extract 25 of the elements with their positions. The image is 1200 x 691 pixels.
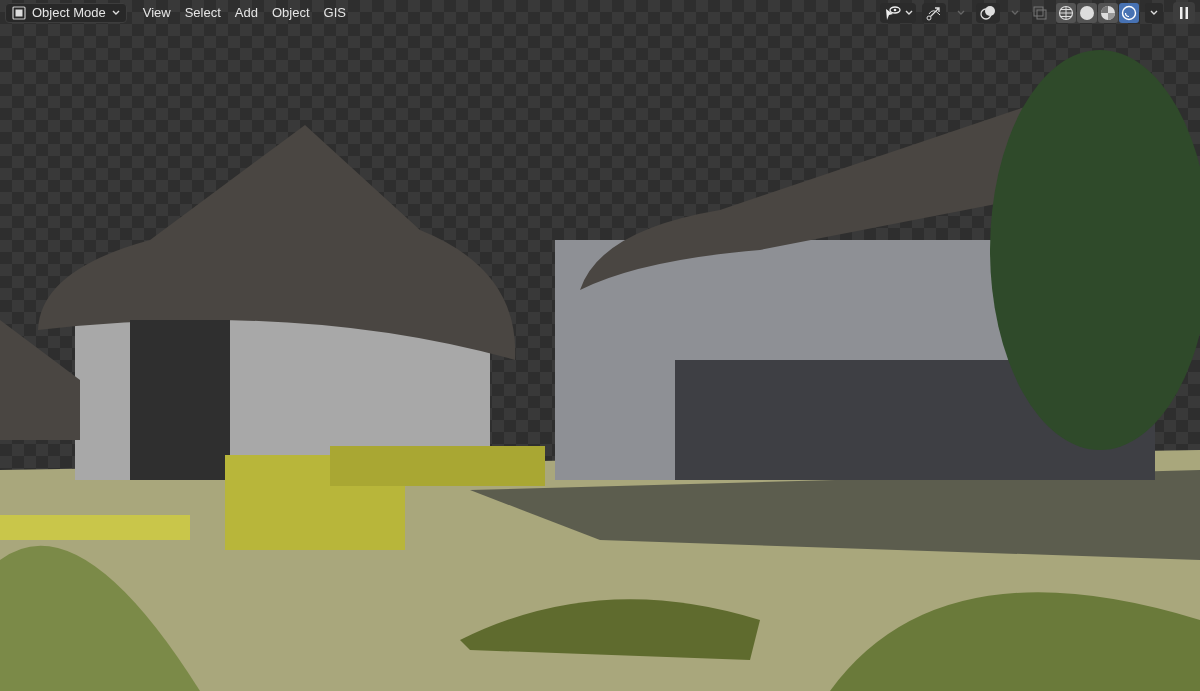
caret-icon — [905, 10, 913, 16]
menu-item[interactable]: Select — [178, 3, 227, 23]
shading-options-dropdown[interactable] — [1145, 3, 1163, 23]
menu-item[interactable]: Object — [265, 3, 316, 23]
shading-button[interactable] — [1098, 3, 1118, 23]
menu-item[interactable]: Add — [228, 3, 264, 23]
caret-icon — [1011, 10, 1019, 16]
shading-button[interactable] — [1077, 3, 1097, 23]
solid-sphere-icon — [1079, 5, 1095, 21]
menu-item[interactable]: GIS — [317, 3, 352, 23]
cube-icon — [12, 6, 26, 20]
caret-icon — [957, 10, 965, 16]
caret-icon — [111, 10, 120, 16]
mode-dropdown[interactable]: Object Mode — [5, 3, 127, 23]
material-sphere-icon — [1100, 5, 1116, 21]
rendered-sphere-icon — [1121, 5, 1137, 21]
caret-icon — [1150, 10, 1158, 16]
toggle-sidebar-button[interactable] — [1173, 2, 1195, 24]
gizmo-button[interactable] — [922, 3, 946, 23]
wireframe-icon — [1058, 5, 1074, 21]
overlay-button[interactable] — [976, 3, 1000, 23]
shading-button[interactable] — [1119, 3, 1139, 23]
menu-item[interactable]: View — [136, 3, 177, 23]
visibility-dropdown[interactable] — [880, 3, 916, 23]
shading-button[interactable] — [1056, 3, 1076, 23]
